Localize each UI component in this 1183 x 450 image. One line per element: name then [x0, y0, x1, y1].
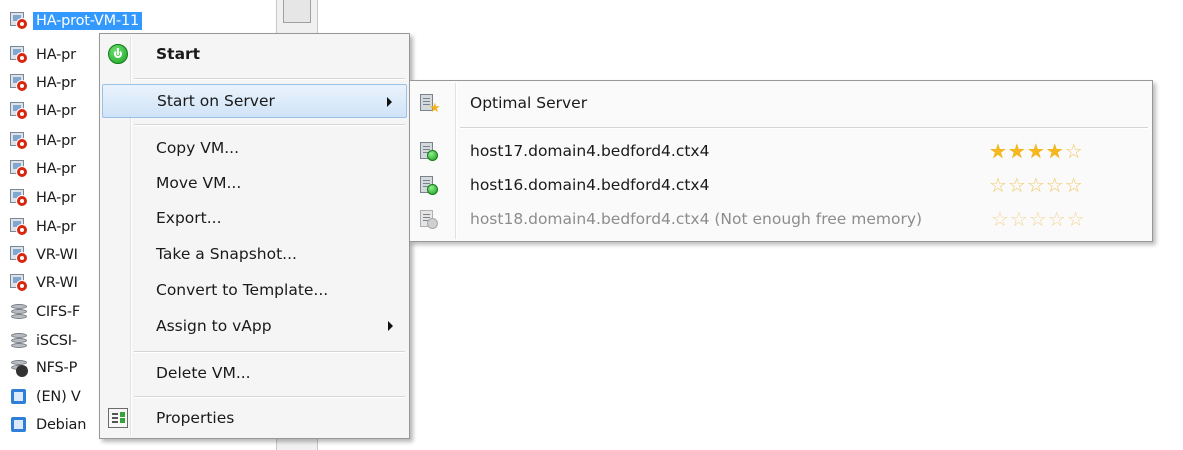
properties-icon: [108, 408, 128, 428]
vm-halted-icon: [10, 102, 28, 120]
tree-item-vm[interactable]: VR-WI: [10, 244, 78, 266]
submenu-item-label: host18.domain4.bedford4.ctx4 (Not enough…: [470, 210, 923, 228]
tree-item-label: HA-pr: [36, 47, 76, 63]
submenu-arrow-icon: [388, 321, 393, 331]
menu-separator: [134, 351, 405, 353]
menu-item-delete-vm[interactable]: Delete VM...: [102, 356, 407, 390]
tree-item-label: HA-pr: [36, 133, 76, 149]
tree-item-label: HA-pr: [36, 75, 76, 91]
vm-halted-icon: [10, 74, 28, 92]
storage-nfs-icon: [10, 359, 28, 377]
vm-halted-icon: [10, 189, 28, 207]
tree-item-vm[interactable]: HA-pr: [10, 187, 76, 209]
tree-item-vm[interactable]: HA-pr: [10, 100, 76, 122]
submenu-item-label: Optimal Server: [470, 94, 588, 112]
tree-item-label: VR-WI: [36, 247, 78, 263]
submenu-item-host16[interactable]: host16.domain4.bedford4.ctx4 ☆☆☆☆☆: [412, 168, 1150, 202]
host-rating-stars: ☆☆☆☆☆: [989, 173, 1084, 197]
tree-item-vm[interactable]: HA-pr: [10, 72, 76, 94]
tree-item-vm[interactable]: HA-pr: [10, 158, 76, 180]
menu-item-label: Take a Snapshot...: [156, 245, 297, 263]
start-on-server-submenu: ★ Optimal Server host17.domain4.bedford4…: [409, 80, 1153, 242]
menu-separator: [134, 78, 405, 80]
host-rating-stars: ☆☆☆☆☆: [991, 207, 1086, 231]
submenu-item-label: host17.domain4.bedford4.ctx4: [470, 142, 710, 160]
tree-item-sr[interactable]: CIFS-F: [10, 301, 80, 323]
menu-item-label: Start: [156, 45, 201, 63]
tree-item-label: iSCSI-: [36, 333, 77, 349]
vm-halted-icon: [10, 12, 28, 30]
template-icon: [10, 416, 28, 434]
tree-item-vm[interactable]: HA-pr: [10, 216, 76, 238]
tree-item-vm[interactable]: VR-WI: [10, 272, 78, 294]
tree-item-label: HA-pr: [36, 161, 76, 177]
menu-separator: [134, 124, 405, 126]
menu-item-label: Assign to vApp: [156, 317, 272, 335]
menu-item-label: Move VM...: [156, 174, 242, 192]
menu-item-label: Export...: [156, 209, 222, 227]
menu-item-label: Copy VM...: [156, 139, 240, 157]
menu-item-export[interactable]: Export...: [102, 201, 407, 235]
vm-halted-icon: [10, 246, 28, 264]
tree-item-label: HA-prot-VM-11: [33, 12, 143, 30]
host-rating-stars: ★★★★☆: [989, 139, 1084, 163]
submenu-item-label: host16.domain4.bedford4.ctx4: [470, 176, 710, 194]
storage-repository-icon: [10, 332, 28, 350]
submenu-item-optimal-server[interactable]: ★ Optimal Server: [412, 86, 1150, 120]
submenu-arrow-icon: [387, 97, 392, 107]
power-on-icon: [108, 44, 128, 64]
menu-item-copy-vm[interactable]: Copy VM...: [102, 131, 407, 165]
menu-separator: [134, 396, 405, 398]
tree-item-label: CIFS-F: [36, 304, 81, 320]
menu-item-label: Properties: [156, 409, 235, 427]
menu-item-move-vm[interactable]: Move VM...: [102, 166, 407, 200]
menu-item-take-snapshot[interactable]: Take a Snapshot...: [102, 237, 407, 271]
submenu-item-host17[interactable]: host17.domain4.bedford4.ctx4 ★★★★☆: [412, 134, 1150, 168]
menu-separator: [460, 127, 1148, 129]
vm-halted-icon: [10, 132, 28, 150]
menu-item-start[interactable]: Start: [102, 37, 407, 71]
optimal-server-icon: ★: [420, 94, 441, 115]
menu-item-label: Start on Server: [157, 92, 275, 110]
scrollbar-thumb[interactable]: [283, 0, 311, 23]
vm-context-menu: Start Start on Server Copy VM... Move VM…: [99, 33, 410, 439]
menu-item-properties[interactable]: Properties: [102, 401, 407, 435]
tree-item-vm[interactable]: HA-pr: [10, 44, 76, 66]
tree-item-template[interactable]: (EN) V: [10, 386, 81, 408]
menu-item-start-on-server[interactable]: Start on Server: [102, 84, 407, 118]
tree-item-vm[interactable]: HA-prot-VM-11: [10, 10, 143, 32]
menu-item-label: Convert to Template...: [156, 281, 329, 299]
tree-item-sr[interactable]: NFS-P: [10, 357, 77, 379]
tree-item-label: HA-pr: [36, 103, 76, 119]
vm-halted-icon: [10, 160, 28, 178]
menu-item-label: Delete VM...: [156, 364, 251, 382]
template-icon: [10, 388, 28, 406]
tree-item-label: NFS-P: [36, 360, 78, 376]
tree-item-label: VR-WI: [36, 275, 78, 291]
vm-halted-icon: [10, 46, 28, 64]
host-running-icon: [420, 142, 440, 162]
tree-item-template[interactable]: Debian: [10, 414, 86, 436]
host-running-icon: [420, 176, 440, 196]
tree-item-sr[interactable]: iSCSI-: [10, 330, 77, 352]
tree-item-vm[interactable]: HA-pr: [10, 130, 76, 152]
vm-halted-icon: [10, 218, 28, 236]
menu-item-convert-to-template[interactable]: Convert to Template...: [102, 273, 407, 307]
vm-halted-icon: [10, 274, 28, 292]
storage-repository-icon: [10, 303, 28, 321]
tree-item-label: HA-pr: [36, 190, 76, 206]
menu-item-assign-to-vapp[interactable]: Assign to vApp: [102, 309, 407, 343]
tree-item-label: (EN) V: [36, 389, 81, 405]
tree-item-label: HA-pr: [36, 219, 76, 235]
tree-item-label: Debian: [36, 417, 87, 433]
submenu-item-host18: host18.domain4.bedford4.ctx4 (Not enough…: [412, 202, 1150, 236]
host-unavailable-icon: [420, 210, 440, 230]
